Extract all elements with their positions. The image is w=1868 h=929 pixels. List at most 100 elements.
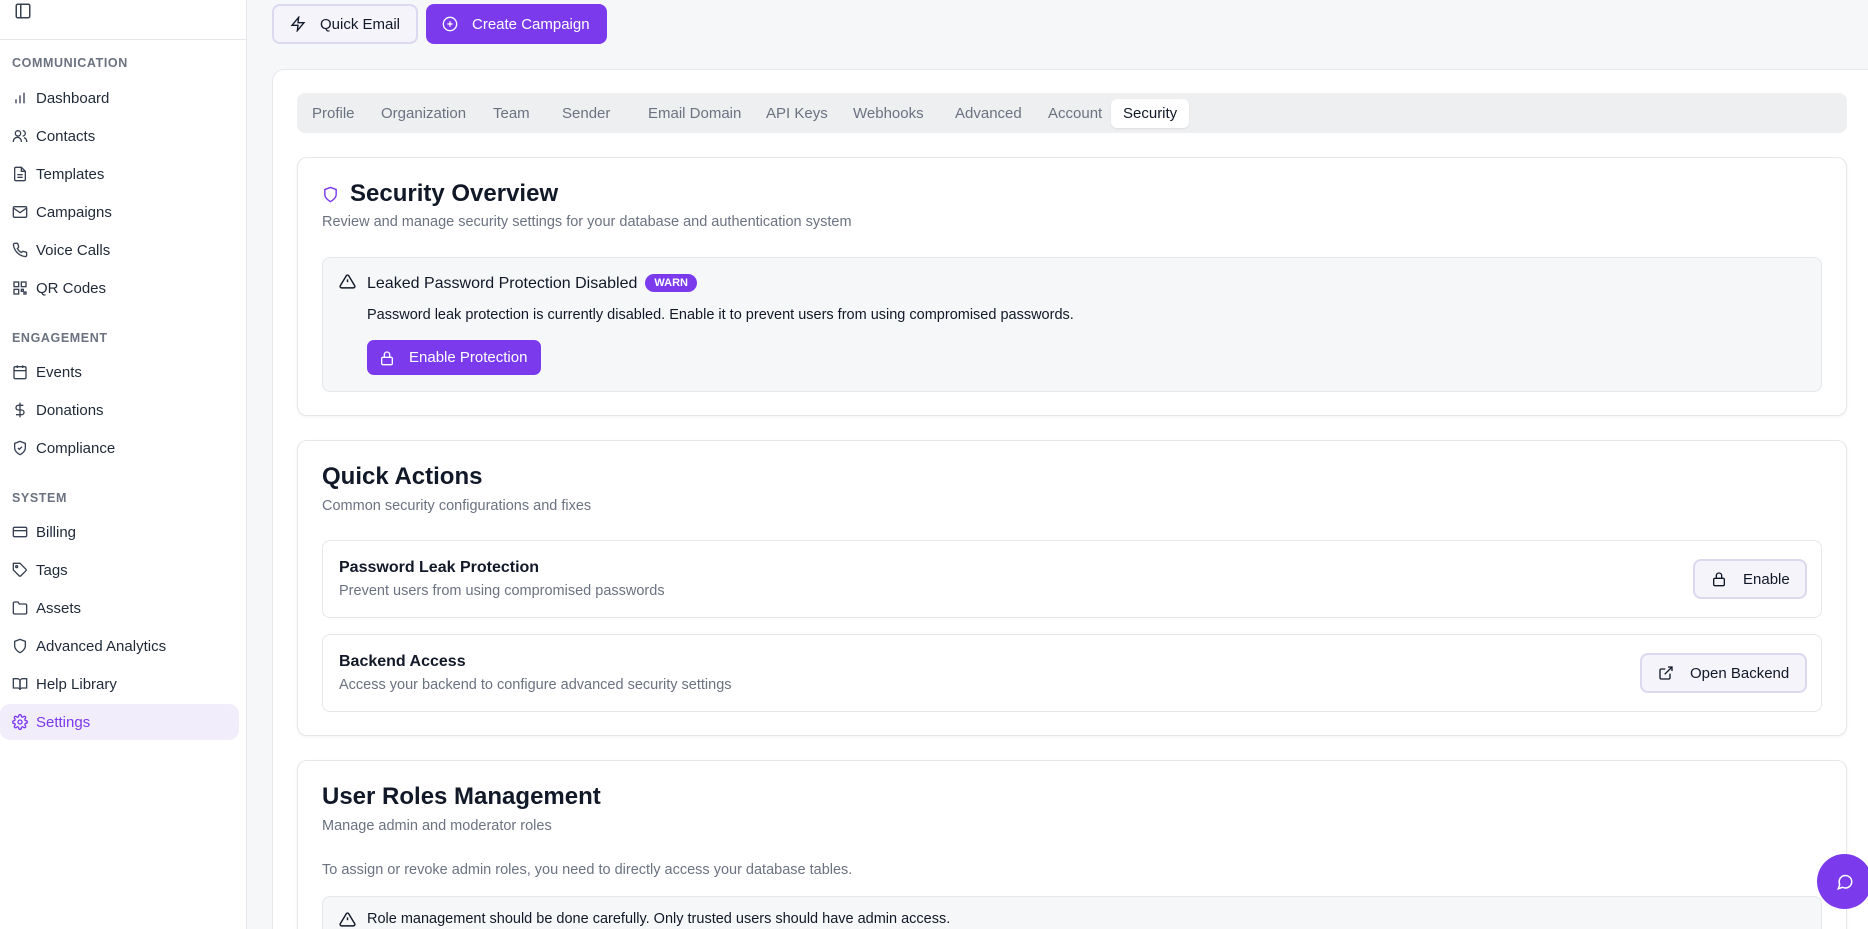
quick-actions-title: Quick Actions: [322, 463, 483, 490]
sidebar-item-label: Events: [36, 363, 82, 381]
lock-icon: [1711, 571, 1727, 587]
enable-label: Enable: [1743, 570, 1790, 588]
users-icon: [12, 128, 28, 144]
settings-tabs: Profile Organization Team Sender Email D…: [297, 93, 1847, 133]
sidebar-item-billing[interactable]: Billing: [0, 514, 239, 550]
sidebar-item-advanced-analytics[interactable]: Advanced Analytics: [0, 628, 239, 664]
tab-team[interactable]: Team: [481, 99, 542, 128]
tab-account[interactable]: Account: [1036, 99, 1114, 128]
security-overview-subtitle: Review and manage security settings for …: [322, 214, 852, 230]
sidebar-item-label: Dashboard: [36, 89, 110, 107]
action-description: Prevent users from using compromised pas…: [339, 583, 665, 599]
external-link-icon: [1658, 665, 1674, 681]
enable-button[interactable]: Enable: [1693, 559, 1807, 599]
plus-circle-icon: [442, 16, 458, 32]
section-title-communication: COMMUNICATION: [12, 56, 128, 70]
alert-message: Password leak protection is currently di…: [367, 307, 1074, 323]
sidebar-item-label: Assets: [36, 599, 82, 617]
quick-email-label: Quick Email: [320, 15, 401, 33]
sidebar-item-compliance[interactable]: Compliance: [0, 430, 239, 466]
sidebar-item-help-library[interactable]: Help Library: [0, 666, 239, 702]
tab-api-keys[interactable]: API Keys: [754, 99, 840, 128]
sidebar-item-label: Compliance: [36, 439, 116, 457]
tab-webhooks[interactable]: Webhooks: [841, 99, 936, 128]
sidebar-item-label: QR Codes: [36, 279, 107, 297]
sidebar-toggle-icon[interactable]: [14, 2, 246, 20]
alert-header: Leaked Password Protection Disabled WARN: [367, 274, 697, 293]
tab-advanced[interactable]: Advanced: [943, 99, 1034, 128]
warning-triangle-icon: [339, 911, 356, 928]
sidebar-item-label: Tags: [36, 561, 68, 579]
user-roles-subtitle: Manage admin and moderator roles: [322, 818, 552, 834]
sidebar-item-tags[interactable]: Tags: [0, 552, 239, 588]
create-campaign-label: Create Campaign: [472, 15, 590, 33]
sidebar-item-label: Settings: [36, 713, 91, 731]
section-title-engagement: ENGAGEMENT: [12, 331, 108, 345]
warning-triangle-icon: [339, 273, 356, 290]
sidebar-item-dashboard[interactable]: Dashboard: [0, 80, 239, 116]
open-backend-button[interactable]: Open Backend: [1640, 653, 1807, 693]
backend-access-row: Backend Access Access your backend to co…: [322, 634, 1822, 712]
sidebar-item-voice-calls[interactable]: Voice Calls: [0, 232, 239, 268]
sidebar-item-label: Help Library: [36, 675, 117, 693]
sidebar-item-templates[interactable]: Templates: [0, 156, 239, 192]
password-leak-protection-row: Password Leak Protection Prevent users f…: [322, 540, 1822, 618]
sidebar-item-label: Contacts: [36, 127, 96, 145]
sidebar-item-contacts[interactable]: Contacts: [0, 118, 239, 154]
sidebar-item-qr-codes[interactable]: QR Codes: [0, 270, 239, 306]
sidebar-item-donations[interactable]: Donations: [0, 392, 239, 428]
user-roles-note: To assign or revoke admin roles, you nee…: [322, 862, 853, 878]
enable-protection-button[interactable]: Enable Protection: [367, 340, 541, 375]
sidebar-item-label: Advanced Analytics: [36, 637, 167, 655]
create-campaign-button[interactable]: Create Campaign: [426, 4, 607, 44]
role-warning-text: Role management should be done carefully…: [367, 911, 951, 927]
folder-icon: [12, 600, 28, 616]
sidebar-header: [0, 0, 246, 40]
shield-icon: [12, 638, 28, 654]
tab-sender[interactable]: Sender: [550, 99, 622, 128]
sidebar-item-events[interactable]: Events: [0, 354, 239, 390]
sidebar-item-label: Voice Calls: [36, 241, 111, 259]
bar-chart-icon: [12, 90, 28, 106]
tab-email-domain[interactable]: Email Domain: [636, 99, 753, 128]
sidebar-item-campaigns[interactable]: Campaigns: [0, 194, 239, 230]
tab-profile[interactable]: Profile: [300, 99, 367, 128]
action-title: Backend Access: [339, 653, 466, 670]
section-title-system: SYSTEM: [12, 491, 67, 505]
user-roles-card: User Roles Management Manage admin and m…: [297, 760, 1847, 929]
shield-check-icon: [12, 440, 28, 456]
user-roles-title: User Roles Management: [322, 783, 601, 810]
lightning-icon: [290, 16, 306, 32]
sidebar-item-label: Donations: [36, 401, 104, 419]
book-icon: [12, 676, 28, 692]
lock-icon: [379, 350, 395, 366]
quick-actions-subtitle: Common security configurations and fixes: [322, 498, 592, 514]
mail-icon: [12, 204, 28, 220]
calendar-icon: [12, 364, 28, 380]
sidebar: COMMUNICATION Dashboard Contacts Templat…: [0, 0, 247, 929]
security-overview-card: Security Overview Review and manage secu…: [297, 157, 1847, 416]
sidebar-item-settings[interactable]: Settings: [0, 704, 239, 740]
gear-icon: [12, 714, 28, 730]
action-description: Access your backend to configure advance…: [339, 677, 732, 693]
security-overview-title: Security Overview: [350, 180, 559, 207]
tag-icon: [12, 562, 28, 578]
tab-security[interactable]: Security: [1111, 99, 1190, 128]
quick-actions-card: Quick Actions Common security configurat…: [297, 440, 1847, 736]
qr-code-icon: [12, 280, 28, 296]
chat-button[interactable]: [1817, 854, 1868, 909]
sidebar-item-assets[interactable]: Assets: [0, 590, 239, 626]
sidebar-item-label: Campaigns: [36, 203, 112, 221]
tab-organization[interactable]: Organization: [369, 99, 478, 128]
chat-bubble-icon: [1836, 873, 1854, 891]
warn-badge: WARN: [645, 274, 697, 292]
open-backend-label: Open Backend: [1690, 664, 1790, 682]
credit-card-icon: [12, 524, 28, 540]
quick-email-button[interactable]: Quick Email: [272, 4, 418, 44]
sidebar-item-label: Billing: [36, 523, 77, 541]
enable-protection-label: Enable Protection: [409, 349, 528, 366]
alert-title: Leaked Password Protection Disabled: [367, 275, 638, 292]
file-text-icon: [12, 166, 28, 182]
action-title: Password Leak Protection: [339, 559, 540, 576]
phone-icon: [12, 242, 28, 258]
